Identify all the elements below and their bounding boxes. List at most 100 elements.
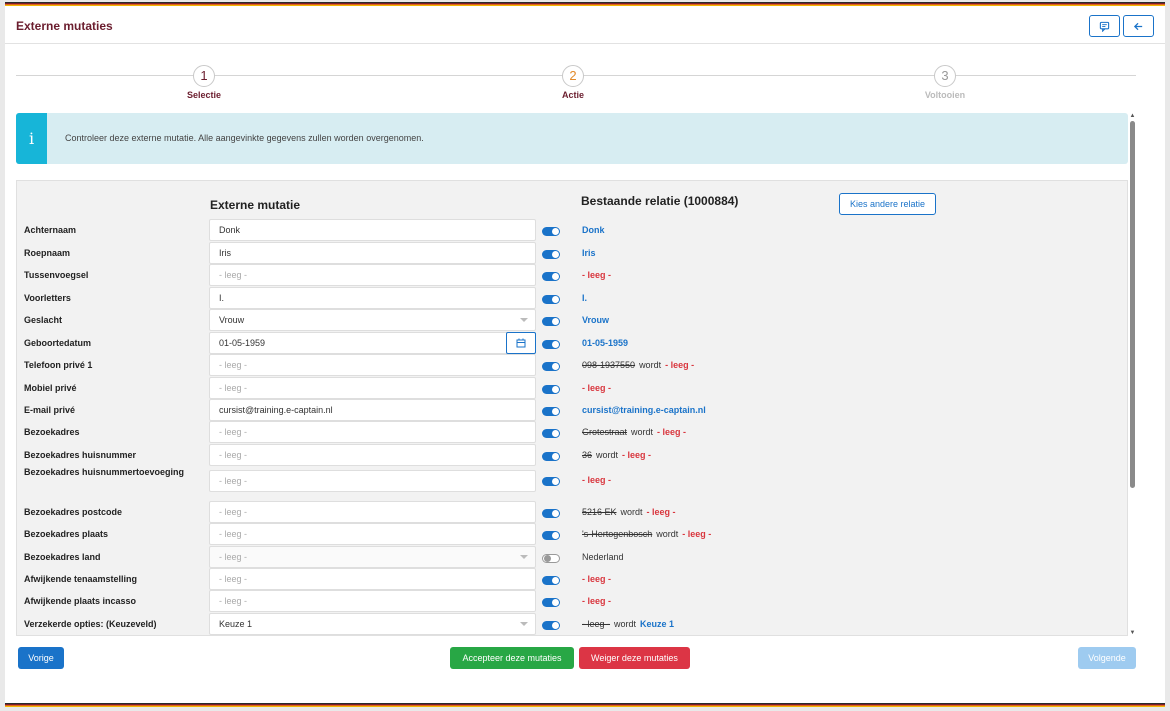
field-select[interactable]: Keuze 1 [209,613,536,635]
field-input[interactable]: I. [209,287,536,309]
accept-toggle[interactable] [542,385,560,394]
existing-value: 098-1937550 wordt - leeg - [582,359,694,371]
field-value: cursist@training.e-captain.nl [219,405,333,415]
field-input[interactable]: Iris [209,242,536,264]
existing-value: - leeg - [582,595,611,607]
existing-value: - leeg - [582,474,611,486]
field-input[interactable]: - leeg - [209,377,536,399]
field-label: Bezoekadres huisnummertoevoeging [24,467,185,477]
existing-value-text: Donk [582,225,605,235]
field-value: 01-05-1959 [219,338,266,348]
field-input[interactable]: - leeg - [209,421,536,443]
accept-toggle[interactable] [542,621,560,630]
accept-toggle[interactable] [542,362,560,371]
accept-toggle[interactable] [542,598,560,607]
field-input[interactable]: Donk [209,219,536,241]
existing-value-text: - leeg - [582,596,612,606]
existing-value: Iris [582,247,596,259]
scroll-down-arrow[interactable]: ▼ [1129,630,1136,636]
field-row: Roepnaam Iris Iris [17,242,1127,264]
field-value: - leeg - [219,450,248,460]
step-selectie[interactable]: 1 Selectie [154,65,254,100]
field-row: E-mail privé cursist@training.e-captain.n… [17,399,1127,421]
existing-value-text: Vrouw [582,315,610,325]
field-row: Afwijkende plaats incasso - leeg - - leeg … [17,590,1127,612]
info-alert-text: Controleer deze externe mutatie. Alle aa… [65,133,424,143]
existing-value: 01-05-1959 [582,337,628,349]
accept-toggle[interactable] [542,227,560,236]
caret-down-icon [520,318,528,322]
field-input[interactable]: cursist@training.e-captain.nl [209,399,536,421]
field-input[interactable]: - leeg - [209,264,536,286]
column-header-external: Externe mutatie [210,198,301,212]
accept-toggle[interactable] [542,477,560,486]
becomes-word: wordt [656,529,679,539]
field-value: - leeg - [219,476,248,486]
calendar-icon[interactable] [506,332,536,354]
existing-value: Donk [582,224,605,236]
field-label: Afwijkende plaats incasso [24,596,137,606]
field-value: - leeg - [219,596,248,606]
field-value: Keuze 1 [219,619,253,629]
field-input[interactable]: - leeg - [209,470,536,492]
accept-toggle[interactable] [542,531,560,540]
existing-value: - leeg - [582,269,611,281]
field-input[interactable]: - leeg - [209,590,536,612]
field-label: Bezoekadres land [24,552,101,562]
old-value: 098-1937550 [582,360,636,370]
scroll-up-arrow[interactable]: ▲ [1129,113,1136,119]
field-label: Tussenvoegsel [24,270,89,280]
field-value: - leeg - [219,270,248,280]
accept-toggle[interactable] [542,509,560,518]
step-number: 1 [193,65,215,87]
page-frame: Externe mutaties 1 Selectie 2 Actie 3 Vo… [5,2,1165,707]
field-select[interactable]: Vrouw [209,309,536,331]
old-value: 36 [582,450,593,460]
field-input[interactable]: - leeg - [209,523,536,545]
field-value: Donk [219,225,241,235]
field-input[interactable]: - leeg - [209,568,536,590]
existing-value: Vrouw [582,314,609,326]
accept-toggle[interactable] [542,295,560,304]
old-value: Grotestraat [582,427,628,437]
caret-down-icon [520,555,528,559]
date-input[interactable]: 01-05-1959 [209,332,536,354]
accept-toggle[interactable] [542,452,560,461]
field-input[interactable]: - leeg - [209,444,536,466]
field-row: Mobiel privé - leeg - - leeg - [17,377,1127,399]
field-label: E-mail privé [24,405,76,415]
existing-value-text: - leeg - [582,475,612,485]
field-row: Afwijkende tenaamstelling - leeg - - leeg … [17,568,1127,590]
field-row: Bezoekadres - leeg - Grotestraat wordt - lee… [17,421,1127,443]
field-input[interactable]: - leeg - [209,354,536,376]
next-button[interactable]: Volgende [1078,647,1136,669]
accept-toggle[interactable] [542,576,560,585]
step-label: Actie [561,90,584,100]
old-value: 5216 EK [582,507,617,517]
accept-toggle[interactable] [542,340,560,349]
accept-toggle[interactable] [542,317,560,326]
scrollbar-thumb[interactable] [1130,121,1135,488]
scrollbar[interactable]: ▲ ▼ [1129,113,1136,636]
existing-value: - leeg - wordt Keuze 1 [582,618,674,630]
comment-button[interactable] [1089,15,1120,37]
existing-value-text: - leeg - [582,383,612,393]
back-button[interactable] [1123,15,1154,37]
accept-mutations-button[interactable]: Accepteer deze mutaties [450,647,574,669]
accept-toggle[interactable] [542,272,560,281]
accept-toggle[interactable] [542,429,560,438]
accept-toggle[interactable] [542,554,560,563]
info-icon: i [16,113,47,164]
reject-mutations-button[interactable]: Weiger deze mutaties [579,647,690,669]
field-select[interactable]: - leeg - [209,546,536,568]
bottom-stripe [5,703,1165,707]
accept-toggle[interactable] [542,250,560,259]
accept-toggle[interactable] [542,407,560,416]
field-input[interactable]: - leeg - [209,501,536,523]
field-row: Bezoekadres plaats - leeg -'s-Hertogenbos… [17,523,1127,545]
existing-value-text: Iris [582,248,596,258]
field-label: Geboortedatum [24,338,92,348]
existing-value: - leeg - [582,573,611,585]
previous-button[interactable]: Vorige [18,647,64,669]
choose-other-relation-button[interactable]: Kies andere relatie [839,193,936,215]
